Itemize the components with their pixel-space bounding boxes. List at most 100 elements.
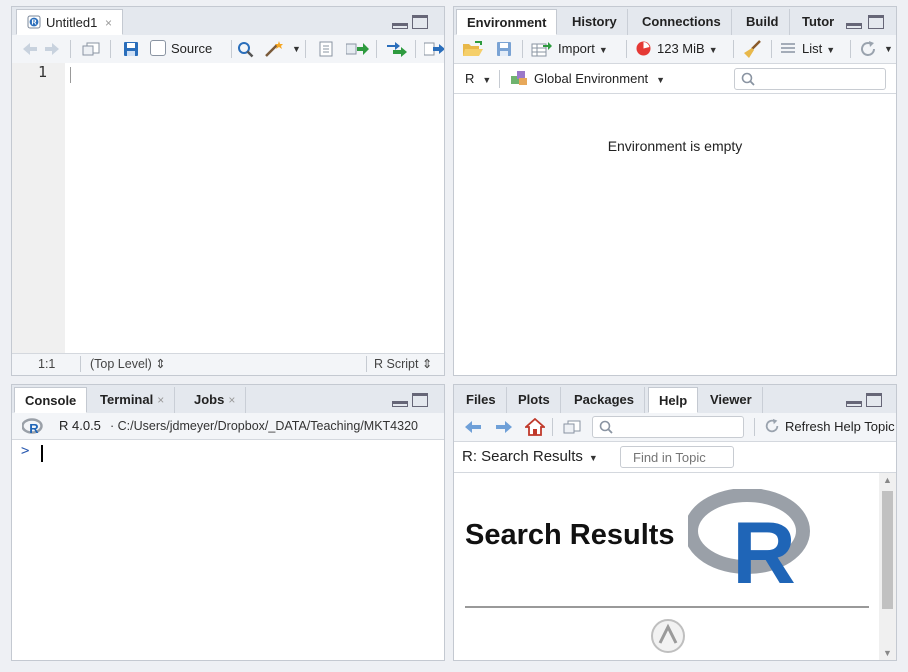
code-tools-dropdown-icon[interactable]: ▼: [292, 44, 301, 54]
save-workspace-icon[interactable]: [496, 41, 512, 57]
tab-history[interactable]: History: [562, 9, 628, 35]
search-icon: [599, 420, 613, 434]
tab-untitled1[interactable]: R Untitled1 ×: [16, 9, 123, 35]
tab-terminal[interactable]: Terminal ×: [90, 387, 176, 413]
tab-connections[interactable]: Connections: [632, 9, 732, 35]
tab-build[interactable]: Build: [736, 9, 790, 35]
language-selector[interactable]: R ▼: [465, 64, 491, 93]
maximize-pane-icon[interactable]: [868, 15, 884, 29]
save-icon[interactable]: [123, 41, 139, 57]
maximize-pane-icon[interactable]: [412, 15, 428, 29]
console-output[interactable]: >: [12, 440, 444, 660]
spinner-icon: [651, 619, 685, 653]
scope-selector[interactable]: (Top Level) ⇕: [90, 354, 166, 374]
svg-text:R: R: [29, 421, 39, 434]
back-arrow-icon[interactable]: [464, 420, 482, 434]
tab-viewer[interactable]: Viewer: [700, 387, 763, 413]
import-dataset-icon[interactable]: [531, 41, 553, 57]
refresh-dropdown-icon[interactable]: ▼: [884, 44, 893, 54]
environment-pane: Environment History Connections Build Tu…: [453, 6, 897, 376]
show-in-window-icon[interactable]: [563, 420, 581, 434]
help-topic-selector[interactable]: R: Search Results ▼: [462, 442, 598, 472]
scroll-thumb[interactable]: [882, 491, 893, 609]
environment-scope-selector[interactable]: Global Environment ▼: [510, 64, 665, 93]
environment-search-input[interactable]: [734, 68, 886, 90]
console-infobar: R R 4.0.5 · C:/Users/jdmeyer/Dropbox/_DA…: [12, 413, 444, 440]
help-search-input[interactable]: [592, 416, 744, 438]
environment-scope-label: Global Environment: [534, 71, 649, 86]
refresh-icon[interactable]: [859, 40, 877, 58]
file-type-selector[interactable]: R Script ⇕: [374, 354, 432, 374]
minimize-pane-icon[interactable]: [846, 23, 862, 29]
open-folder-icon[interactable]: [462, 41, 484, 57]
minimize-pane-icon[interactable]: [392, 401, 408, 407]
code-tools-wand-icon[interactable]: [264, 40, 286, 58]
source-tabbar: R Untitled1 ×: [12, 7, 444, 36]
source-script-icon[interactable]: [424, 42, 445, 56]
help-toolbar: Refresh Help Topic: [454, 413, 896, 442]
minimize-pane-icon[interactable]: [392, 23, 408, 29]
r-logo-icon: R: [22, 418, 43, 434]
language-label: R: [465, 71, 475, 86]
close-tab-icon[interactable]: ×: [157, 393, 164, 407]
import-dataset-button[interactable]: Import ▼: [558, 35, 608, 63]
environment-empty-message: Environment is empty: [607, 138, 743, 154]
refresh-help-topic-button[interactable]: Refresh Help Topic: [764, 413, 895, 441]
scroll-down-icon[interactable]: ▼: [883, 648, 892, 658]
code-editor[interactable]: [65, 63, 444, 354]
help-window-controls: [846, 393, 886, 411]
home-icon[interactable]: [525, 418, 545, 436]
help-tabbar: Files Plots Packages Help Viewer: [454, 385, 896, 414]
source-on-save-checkbox[interactable]: Source: [150, 35, 212, 63]
tab-console[interactable]: Console: [14, 387, 88, 413]
search-icon[interactable]: [237, 41, 254, 58]
tab-help[interactable]: Help: [648, 387, 699, 413]
memory-usage-button[interactable]: 123 MiB ▼: [636, 35, 718, 63]
run-line-icon[interactable]: [346, 42, 370, 56]
tab-jobs[interactable]: Jobs ×: [184, 387, 247, 413]
maximize-pane-icon[interactable]: [866, 393, 882, 407]
tab-environment[interactable]: Environment: [456, 9, 558, 35]
document-outline-icon[interactable]: [318, 41, 334, 57]
close-tab-icon[interactable]: ×: [228, 393, 235, 407]
text-cursor: [70, 67, 71, 83]
tab-terminal-label: Terminal: [100, 392, 154, 407]
clear-workspace-broom-icon[interactable]: [743, 39, 763, 59]
minimize-pane-icon[interactable]: [846, 401, 862, 407]
divider: [465, 606, 869, 608]
svg-text:R: R: [732, 503, 796, 587]
help-scrollbar[interactable]: ▲ ▼: [879, 473, 896, 660]
environment-window-controls: [844, 9, 896, 35]
environment-cubes-icon: [511, 71, 527, 85]
rerun-icon[interactable]: [385, 41, 409, 57]
tab-files[interactable]: Files: [456, 387, 507, 413]
chevron-down-icon: ▼: [482, 75, 492, 85]
source-toolbar: Source ▼: [12, 35, 444, 64]
working-directory[interactable]: · C:/Users/jdmeyer/Dropbox/_DATA/Teachin…: [110, 413, 418, 439]
r-logo-icon: R: [688, 489, 810, 587]
tab-packages[interactable]: Packages: [564, 387, 645, 413]
forward-arrow-icon[interactable]: [495, 420, 513, 434]
close-tab-icon[interactable]: ×: [105, 16, 112, 30]
help-topic-label: R: Search Results: [462, 448, 583, 465]
maximize-pane-icon[interactable]: [412, 393, 428, 407]
tab-tutorial[interactable]: Tutor: [792, 9, 844, 35]
checkbox-icon[interactable]: [150, 40, 166, 56]
forward-arrow-icon[interactable]: [44, 42, 60, 56]
environment-tabbar: Environment History Connections Build Tu…: [454, 7, 896, 36]
chevron-down-icon: ▼: [598, 45, 608, 55]
chevron-down-icon: ▼: [588, 453, 598, 463]
text-cursor: [41, 445, 43, 462]
r-version: R 4.0.5: [59, 418, 101, 433]
search-results-heading: Search Results: [465, 519, 675, 551]
refresh-icon: [765, 418, 779, 433]
tab-plots[interactable]: Plots: [508, 387, 561, 413]
scroll-up-icon[interactable]: ▲: [883, 475, 892, 485]
svg-text:R: R: [31, 20, 36, 27]
console-pane: Console Terminal × Jobs × R R 4.0.5 · C:/U…: [11, 384, 445, 661]
view-mode-button[interactable]: List ▼: [781, 35, 835, 63]
back-arrow-icon[interactable]: [22, 42, 38, 56]
environment-toolbar: Import ▼ 123 MiB ▼ List ▼ ▼: [454, 35, 896, 64]
find-in-topic-input[interactable]: [620, 446, 734, 468]
show-in-window-icon[interactable]: [82, 42, 100, 56]
